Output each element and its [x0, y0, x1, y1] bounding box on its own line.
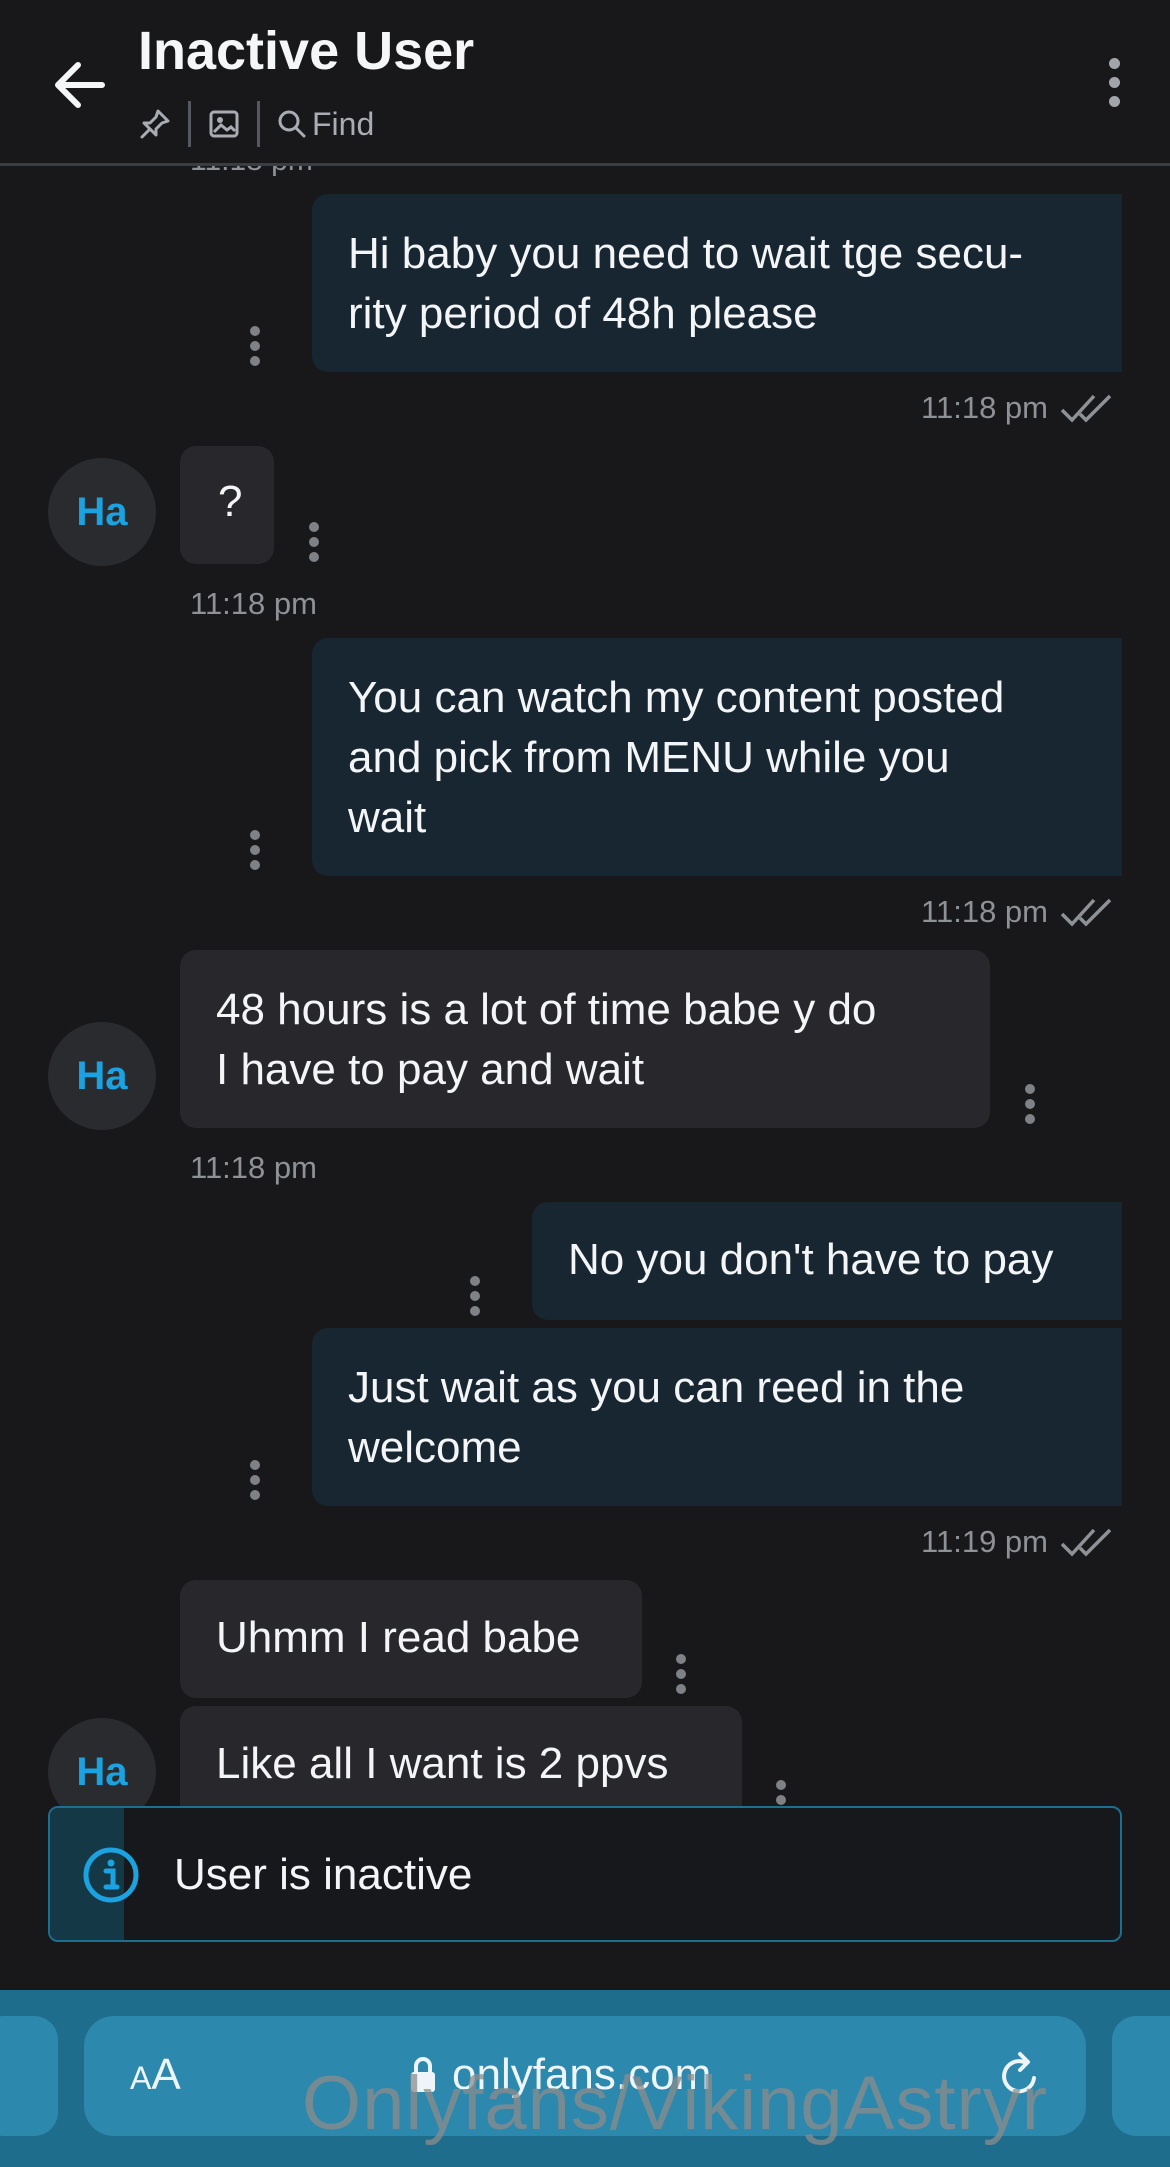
- message-line: rity period of 48h please: [348, 289, 818, 338]
- message-timestamp: 11:18 pm: [190, 166, 313, 178]
- message-bubble-outgoing[interactable]: You can watch my content posted and pick…: [312, 638, 1122, 876]
- message-timestamp: 11:18 pm: [190, 586, 317, 621]
- avatar[interactable]: Ha: [48, 458, 156, 566]
- message-timestamp: 11:18 pm: [921, 390, 1114, 426]
- message-line: Hi baby you need to wait tge secu-: [348, 229, 1024, 278]
- message-line: Just wait as you can reed in the: [348, 1363, 965, 1412]
- message-options-icon[interactable]: [1024, 1084, 1036, 1129]
- message-options-icon[interactable]: [775, 1780, 787, 1806]
- message-line: No you don't have to pay: [568, 1235, 1054, 1284]
- url-text: onlyfans.com: [452, 2050, 712, 2099]
- url-display[interactable]: onlyfans.com: [408, 2050, 711, 2100]
- message-bubble-incoming[interactable]: Like all I want is 2 ppvs: [180, 1706, 742, 1806]
- message-line: wait: [348, 793, 427, 842]
- message-line: ?: [218, 477, 243, 526]
- next-tab[interactable]: [1112, 2016, 1170, 2136]
- pin-icon[interactable]: [138, 107, 172, 141]
- message-timestamp: 11:18 pm: [921, 894, 1114, 930]
- message-bubble-outgoing[interactable]: Hi baby you need to wait tge secu- rity …: [312, 194, 1122, 372]
- message-line: Uhmm I read babe: [216, 1613, 581, 1662]
- message-line: I have to pay and wait: [216, 1045, 645, 1094]
- previous-tab[interactable]: [0, 2016, 58, 2136]
- inactive-user-banner: User is inactive: [48, 1806, 1122, 1942]
- avatar[interactable]: Ha: [48, 1022, 156, 1130]
- message-bubble-incoming[interactable]: Uhmm I read babe: [180, 1580, 642, 1698]
- divider: [188, 101, 191, 147]
- chat-header: Inactive User Find: [0, 0, 1170, 166]
- double-check-icon: [1060, 898, 1112, 927]
- lock-icon: [411, 2057, 435, 2092]
- message-bubble-incoming[interactable]: 48 hours is a lot of time babe y do I ha…: [180, 950, 990, 1128]
- message-timestamp: 11:18 pm: [190, 1150, 317, 1185]
- message-options-icon[interactable]: [308, 522, 320, 567]
- message-line: and pick from MENU while you: [348, 733, 950, 782]
- message-options-icon[interactable]: [249, 326, 261, 371]
- message-line: You can watch my content posted: [348, 673, 1005, 722]
- message-options-icon[interactable]: [249, 830, 261, 875]
- message-list[interactable]: 11:18 pm Hi baby you need to wait tge se…: [0, 166, 1170, 1806]
- message-bubble-outgoing[interactable]: Just wait as you can reed in the welcome: [312, 1328, 1122, 1506]
- page-title: Inactive User: [138, 21, 475, 81]
- more-options-icon[interactable]: [1102, 58, 1126, 110]
- message-bubble-outgoing[interactable]: No you don't have to pay: [532, 1202, 1122, 1320]
- message-options-icon[interactable]: [469, 1276, 481, 1321]
- avatar[interactable]: Ha: [48, 1718, 156, 1806]
- divider: [257, 101, 260, 147]
- message-line: welcome: [348, 1423, 522, 1472]
- message-line: 48 hours is a lot of time babe y do: [216, 985, 877, 1034]
- message-timestamp: 11:19 pm: [921, 1524, 1114, 1560]
- find-label: Find: [312, 105, 375, 142]
- message-line: Like all I want is 2 ppvs: [216, 1739, 669, 1788]
- browser-toolbar: AA onlyfans.com: [0, 1990, 1170, 2167]
- info-icon: [83, 1847, 139, 1903]
- double-check-icon: [1060, 1528, 1112, 1557]
- message-bubble-incoming[interactable]: ?: [180, 446, 274, 564]
- address-bar[interactable]: AA onlyfans.com: [84, 2016, 1086, 2136]
- message-options-icon[interactable]: [249, 1460, 261, 1505]
- message-options-icon[interactable]: [675, 1654, 687, 1699]
- text-size-button[interactable]: AA: [130, 2050, 181, 2100]
- back-arrow-icon[interactable]: [50, 55, 110, 115]
- reload-icon[interactable]: [994, 2050, 1046, 2102]
- header-toolbar: Find: [138, 100, 374, 148]
- double-check-icon: [1060, 394, 1112, 423]
- banner-text: User is inactive: [174, 1850, 473, 1899]
- search-icon: [278, 110, 306, 138]
- find-button[interactable]: Find: [276, 106, 374, 143]
- image-icon[interactable]: [207, 107, 241, 141]
